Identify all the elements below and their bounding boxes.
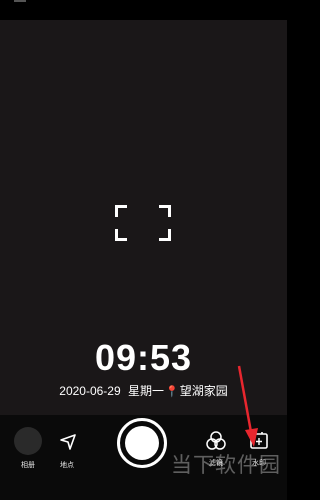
focus-frame bbox=[115, 205, 171, 241]
album-label: 相册 bbox=[21, 462, 35, 469]
watermark-date: 2020-06-29 bbox=[59, 384, 121, 398]
focus-corner bbox=[115, 229, 127, 241]
location-label: 地点 bbox=[60, 462, 74, 469]
watermark-icon[interactable] bbox=[249, 430, 269, 450]
site-watermark-text: 当下软件园 bbox=[171, 453, 281, 477]
top-bar bbox=[0, 0, 287, 20]
location-arrow-icon[interactable] bbox=[58, 432, 78, 452]
watermark-time: 09:53 bbox=[94, 337, 193, 378]
watermark-location: 望湖家园 bbox=[179, 384, 228, 398]
watermark-date-line: 2020-06-29 星期一📍望湖家园 bbox=[0, 382, 287, 399]
menu-icon[interactable] bbox=[14, 0, 26, 2]
watermark-weekday: 星期一 bbox=[128, 384, 165, 398]
album-button[interactable] bbox=[14, 427, 42, 455]
focus-corner bbox=[159, 205, 171, 217]
focus-corner bbox=[115, 205, 127, 217]
shutter-inner bbox=[125, 426, 159, 460]
location-pin-icon: 📍 bbox=[165, 386, 179, 398]
focus-corner bbox=[159, 229, 171, 241]
shutter-button[interactable] bbox=[117, 418, 167, 468]
